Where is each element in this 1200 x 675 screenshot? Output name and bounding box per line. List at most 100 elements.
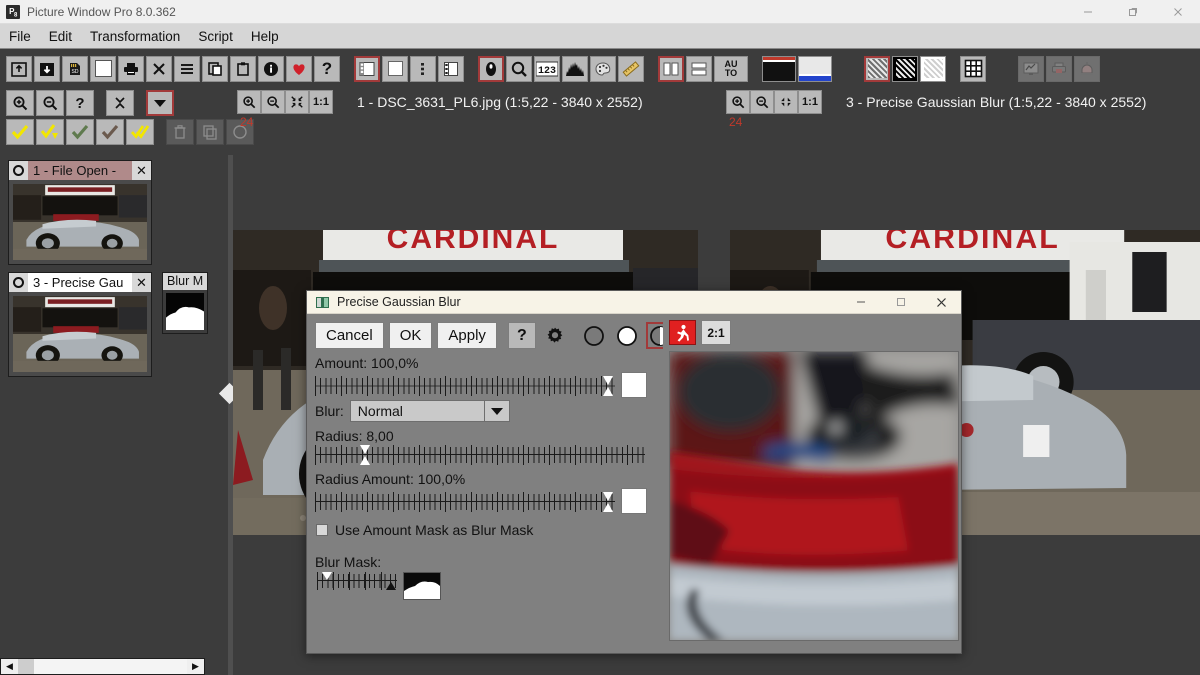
zoom-in-icon[interactable] xyxy=(6,90,34,116)
thumbnail-list-icon[interactable] xyxy=(410,56,436,82)
preview-zoom-ratio-button[interactable]: 2:1 xyxy=(701,320,731,345)
check-brown-icon[interactable] xyxy=(96,119,124,145)
pane-right-one-to-one-button[interactable]: 1:1 xyxy=(798,90,822,114)
radius-amount-color-swatch[interactable] xyxy=(621,488,647,514)
check-yellow-icon[interactable] xyxy=(6,119,34,145)
use-amount-mask-row[interactable]: Use Amount Mask as Blur Mask xyxy=(307,512,657,538)
running-man-icon[interactable] xyxy=(669,320,696,345)
menu-help[interactable]: Help xyxy=(242,26,288,47)
sd-card-icon[interactable]: SD xyxy=(62,56,88,82)
histogram-icon[interactable] xyxy=(562,56,588,82)
menu-file[interactable]: File xyxy=(0,26,40,47)
radius-slider[interactable] xyxy=(315,445,645,465)
zoom-tool-icon[interactable] xyxy=(506,56,532,82)
apply-button[interactable]: Apply xyxy=(437,322,497,349)
thumbnail-card-precise-gaussian-blur[interactable]: 3 - Precise Gau ✕ xyxy=(8,272,152,377)
split-view-vertical-icon[interactable] xyxy=(658,56,684,82)
dialog-close-button[interactable] xyxy=(921,291,961,314)
radius-amount-slider[interactable] xyxy=(315,492,615,512)
dialog-help-icon[interactable]: ? xyxy=(508,322,536,349)
filmstrip-left-icon[interactable] xyxy=(354,56,380,82)
amount-slider-knob[interactable] xyxy=(603,376,614,396)
ruler-icon[interactable] xyxy=(618,56,644,82)
scroll-right-arrow-icon[interactable]: ▶ xyxy=(187,659,204,674)
blur-mask-slider-knob-bottom[interactable] xyxy=(386,582,396,590)
transparency-black-icon[interactable] xyxy=(892,56,918,82)
alarm-icon[interactable] xyxy=(1074,56,1100,82)
numeric-readout-icon[interactable]: 123 xyxy=(534,56,560,82)
clipboard-icon[interactable] xyxy=(230,56,256,82)
thumbnail-close-icon[interactable]: ✕ xyxy=(132,161,151,180)
window-minimize-button[interactable] xyxy=(1065,0,1110,24)
menu-transformation[interactable]: Transformation xyxy=(81,26,189,47)
horizontal-scrollbar[interactable]: ◀ ▶ xyxy=(0,658,205,675)
check-yellow-down-icon[interactable] xyxy=(36,119,64,145)
menu-edit[interactable]: Edit xyxy=(40,26,81,47)
blur-select[interactable]: Normal xyxy=(350,400,485,422)
help-icon[interactable]: ? xyxy=(314,56,340,82)
collapse-icon[interactable] xyxy=(106,90,134,116)
scrollbar-track[interactable] xyxy=(34,659,187,674)
cancel-button[interactable]: Cancel xyxy=(315,322,384,349)
radius-slider-knob[interactable] xyxy=(360,445,371,465)
transparency-white-icon[interactable] xyxy=(920,56,946,82)
amount-slider[interactable] xyxy=(315,376,615,396)
transparency-gray-icon[interactable] xyxy=(864,56,890,82)
save-image-icon[interactable] xyxy=(34,56,60,82)
circle-filled-icon[interactable] xyxy=(580,322,608,349)
thumbnail-close-icon[interactable]: ✕ xyxy=(132,273,151,292)
scroll-left-arrow-icon[interactable]: ◀ xyxy=(1,659,18,674)
copy-icon[interactable] xyxy=(202,56,228,82)
pane-right-zoom-in-icon[interactable] xyxy=(726,90,750,114)
thumbnail-card-blur-mask[interactable]: Blur M xyxy=(162,272,208,334)
info-icon[interactable] xyxy=(258,56,284,82)
mouse-tool-icon[interactable] xyxy=(478,56,504,82)
printer-profile-icon[interactable] xyxy=(1046,56,1072,82)
scrollbar-thumb[interactable] xyxy=(18,659,34,674)
precise-gaussian-blur-dialog[interactable]: Precise Gaussian Blur Cancel OK Apply ? xyxy=(306,290,962,654)
circle-empty-icon[interactable] xyxy=(613,322,641,349)
list-icon[interactable] xyxy=(174,56,200,82)
pane-left-one-to-one-button[interactable]: 1:1 xyxy=(309,90,333,114)
grid-icon[interactable] xyxy=(960,56,986,82)
blur-mask-slider-knob-top[interactable] xyxy=(322,572,332,580)
thumbnail-radio-button[interactable] xyxy=(9,161,28,180)
menu-script[interactable]: Script xyxy=(189,26,242,47)
blank-page-icon[interactable] xyxy=(382,56,408,82)
amount-color-swatch[interactable] xyxy=(621,372,647,398)
favorite-heart-icon[interactable] xyxy=(286,56,312,82)
pane-left-fit-icon[interactable] xyxy=(285,90,309,114)
help-question-icon[interactable]: ? xyxy=(66,90,94,116)
dialog-minimize-button[interactable] xyxy=(841,291,881,314)
pane-left-zoom-out-icon[interactable] xyxy=(261,90,285,114)
monitor-profile-icon[interactable] xyxy=(1018,56,1044,82)
check-double-icon[interactable] xyxy=(126,119,154,145)
pane-right-zoom-out-icon[interactable] xyxy=(750,90,774,114)
blur-mask-slider[interactable] xyxy=(317,572,397,590)
gradient-blue-icon[interactable] xyxy=(798,56,832,82)
pane-left-zoom-in-icon[interactable] xyxy=(237,90,261,114)
open-image-icon[interactable] xyxy=(6,56,32,82)
chevron-down-icon[interactable] xyxy=(146,90,174,116)
radius-amount-slider-knob[interactable] xyxy=(603,492,614,512)
thumbnail-card-file-open[interactable]: 1 - File Open - ✕ xyxy=(8,160,152,265)
thumbnail-radio-button[interactable] xyxy=(9,273,28,292)
chevron-down-icon[interactable] xyxy=(485,400,510,422)
color-palette-icon[interactable] xyxy=(590,56,616,82)
window-close-button[interactable] xyxy=(1155,0,1200,24)
gradient-black-icon[interactable] xyxy=(762,56,796,82)
pane-right-fit-icon[interactable] xyxy=(774,90,798,114)
use-amount-mask-checkbox[interactable] xyxy=(316,524,328,536)
browser-icon[interactable] xyxy=(438,56,464,82)
blur-mask-thumbnail-button[interactable] xyxy=(403,572,441,600)
check-green-icon[interactable] xyxy=(66,119,94,145)
print-icon[interactable] xyxy=(118,56,144,82)
window-restore-button[interactable] xyxy=(1110,0,1155,24)
ok-button[interactable]: OK xyxy=(389,322,433,349)
zoom-out-icon[interactable] xyxy=(36,90,64,116)
split-view-horizontal-icon[interactable] xyxy=(686,56,712,82)
preview-image[interactable] xyxy=(669,351,959,641)
auto-button[interactable]: AUTO xyxy=(714,56,748,82)
new-blank-image-icon[interactable] xyxy=(90,56,116,82)
gear-icon[interactable] xyxy=(541,322,569,349)
